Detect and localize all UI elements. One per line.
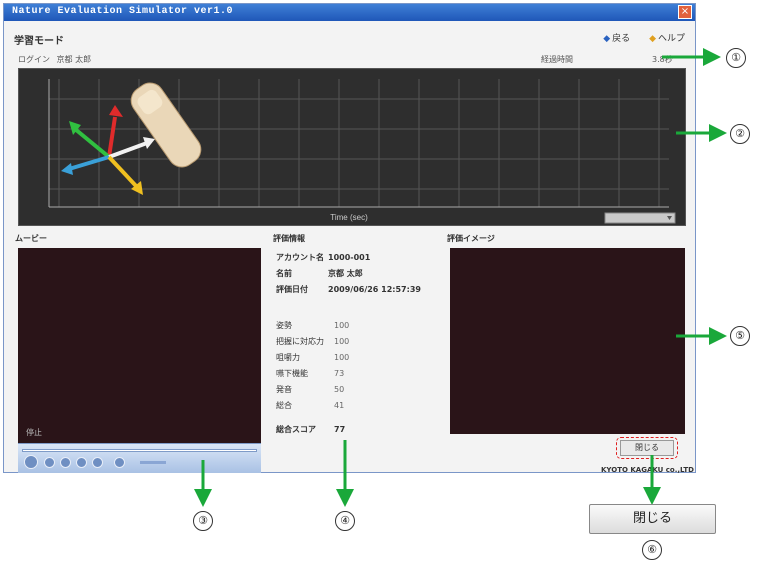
callout-4: ④ [335,511,355,531]
callout-5: ⑤ [730,326,750,346]
callout-6: ⑥ [642,540,662,560]
annotation-arrows [194,48,727,507]
close-button-enlarged[interactable]: 閉じる [589,504,716,534]
callout-3: ③ [193,511,213,531]
callout-2: ② [730,124,750,144]
callout-1: ① [726,48,746,68]
